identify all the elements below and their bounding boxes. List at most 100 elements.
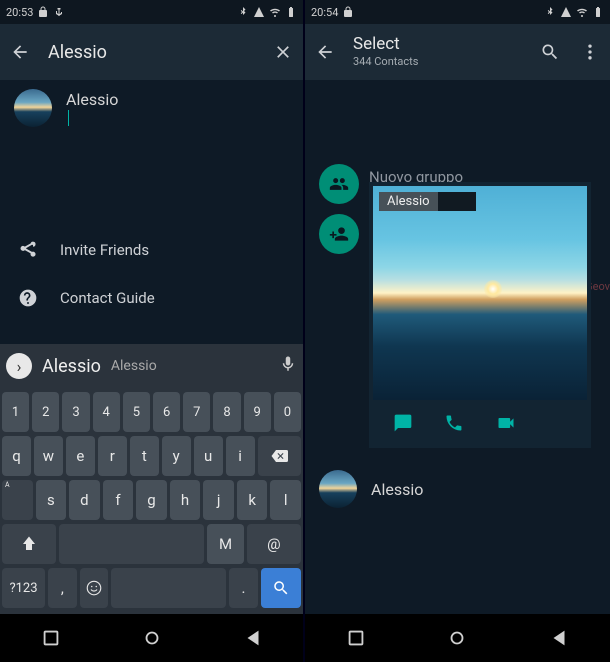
signal-icon [253, 6, 265, 18]
overflow-menu[interactable] [578, 40, 602, 64]
popup-info[interactable] [544, 410, 570, 436]
bluetooth-icon [237, 6, 249, 18]
select-appbar: Select 344 Contacts [305, 24, 610, 80]
bluetooth-icon [544, 6, 556, 18]
back-button[interactable] [313, 40, 337, 64]
lock-icon [37, 6, 49, 18]
search-bar: Alessio [0, 24, 303, 80]
key-g[interactable]: g [136, 480, 167, 520]
avatar [14, 89, 52, 127]
back-button[interactable] [8, 40, 32, 64]
contact-result-row[interactable]: Alessio [0, 80, 303, 136]
popup-message[interactable] [390, 410, 416, 436]
key-w[interactable]: w [34, 436, 63, 476]
key-at[interactable]: @ [247, 524, 301, 564]
key-s[interactable]: s [36, 480, 67, 520]
key-h[interactable]: h [170, 480, 201, 520]
key-space[interactable] [59, 524, 204, 564]
contact-name: Alessio [371, 480, 423, 499]
popup-name-redact [438, 192, 476, 211]
contact-photo[interactable]: Alessio [373, 186, 587, 400]
key-u[interactable]: u [194, 436, 223, 476]
clear-button[interactable] [271, 40, 295, 64]
suggestion-2[interactable]: Alessio [111, 358, 157, 374]
key-d[interactable]: d [69, 480, 100, 520]
key-1[interactable]: 1 [2, 392, 29, 432]
nav-back[interactable] [242, 627, 264, 649]
key-q[interactable]: q [2, 436, 31, 476]
key-y[interactable]: y [162, 436, 191, 476]
search-input[interactable]: Alessio [48, 42, 255, 63]
key-search[interactable] [261, 568, 301, 608]
chat-icon [393, 413, 413, 433]
key-m[interactable]: M [207, 524, 243, 564]
search-button[interactable] [538, 40, 562, 64]
statusbar-right: 20:54 [305, 0, 610, 24]
battery-icon [592, 6, 604, 18]
key-k[interactable]: k [237, 480, 268, 520]
nav-bar-left [0, 614, 303, 662]
key-space-2[interactable] [111, 568, 226, 608]
nav-recents[interactable] [40, 627, 62, 649]
contacts-count: 344 Contacts [353, 55, 522, 68]
key-l[interactable]: l [270, 480, 301, 520]
select-title: Select [353, 36, 522, 53]
new-contact-fab[interactable] [319, 214, 359, 254]
key-emoji[interactable] [80, 568, 109, 608]
share-icon [18, 240, 38, 260]
signal-icon [560, 6, 572, 18]
keyboard: › Alessio Alessio 1 2 3 4 5 6 7 8 9 0 q [0, 344, 303, 614]
battery-icon [285, 6, 297, 18]
key-t[interactable]: t [130, 436, 159, 476]
text-cursor [68, 110, 69, 126]
nav-back[interactable] [548, 627, 570, 649]
key-6[interactable]: 6 [153, 392, 180, 432]
key-backspace[interactable] [258, 436, 301, 476]
help-icon [18, 288, 38, 308]
popup-contact-name: Alessio [379, 192, 438, 211]
video-icon [496, 413, 516, 433]
usb-icon [53, 6, 65, 18]
key-e[interactable]: e [66, 436, 95, 476]
key-7[interactable]: 7 [183, 392, 210, 432]
key-r[interactable]: r [98, 436, 127, 476]
invite-friends[interactable]: Invite Friends [0, 226, 303, 274]
contact-guide-label: Contact Guide [60, 289, 155, 307]
key-j[interactable]: j [203, 480, 234, 520]
contact-guide[interactable]: Contact Guide [0, 274, 303, 322]
key-2[interactable]: 2 [32, 392, 59, 432]
key-i[interactable]: i [226, 436, 255, 476]
key-period[interactable]: . [229, 568, 258, 608]
expand-suggestions[interactable]: › [6, 353, 32, 379]
wifi-icon [269, 6, 281, 18]
popup-video[interactable] [493, 410, 519, 436]
phone-icon [444, 413, 464, 433]
nav-home[interactable] [446, 627, 468, 649]
right-content: Nuovo gruppo Geov Alessio [305, 80, 610, 614]
key-8[interactable]: 8 [213, 392, 240, 432]
group-icon [329, 174, 349, 194]
key-symbols[interactable]: ?123 [2, 568, 45, 608]
key-comma[interactable]: , [48, 568, 77, 608]
key-3[interactable]: 3 [62, 392, 89, 432]
phone-left-search: 20:53 Alessio Alessio [0, 0, 305, 662]
voice-input[interactable] [279, 355, 297, 377]
contact-list-row[interactable]: Alessio [319, 470, 596, 508]
statusbar-left: 20:53 [0, 0, 303, 24]
key-9[interactable]: 9 [244, 392, 271, 432]
nav-home[interactable] [141, 627, 163, 649]
contact-preview-popup: Alessio [369, 182, 591, 448]
avatar [319, 470, 357, 508]
key-5[interactable]: 5 [123, 392, 150, 432]
popup-call[interactable] [441, 410, 467, 436]
suggestion-1[interactable]: Alessio [42, 356, 101, 377]
phone-right-select: 20:54 Select 344 Contacts Nuovo gruppo [305, 0, 610, 662]
key-0[interactable]: 0 [274, 392, 301, 432]
key-shift[interactable] [2, 524, 56, 564]
new-group-fab[interactable] [319, 164, 359, 204]
key-capslock[interactable]: A [2, 480, 33, 520]
invite-friends-label: Invite Friends [60, 241, 149, 259]
nav-recents[interactable] [345, 627, 367, 649]
key-4[interactable]: 4 [93, 392, 120, 432]
key-f[interactable]: f [103, 480, 134, 520]
